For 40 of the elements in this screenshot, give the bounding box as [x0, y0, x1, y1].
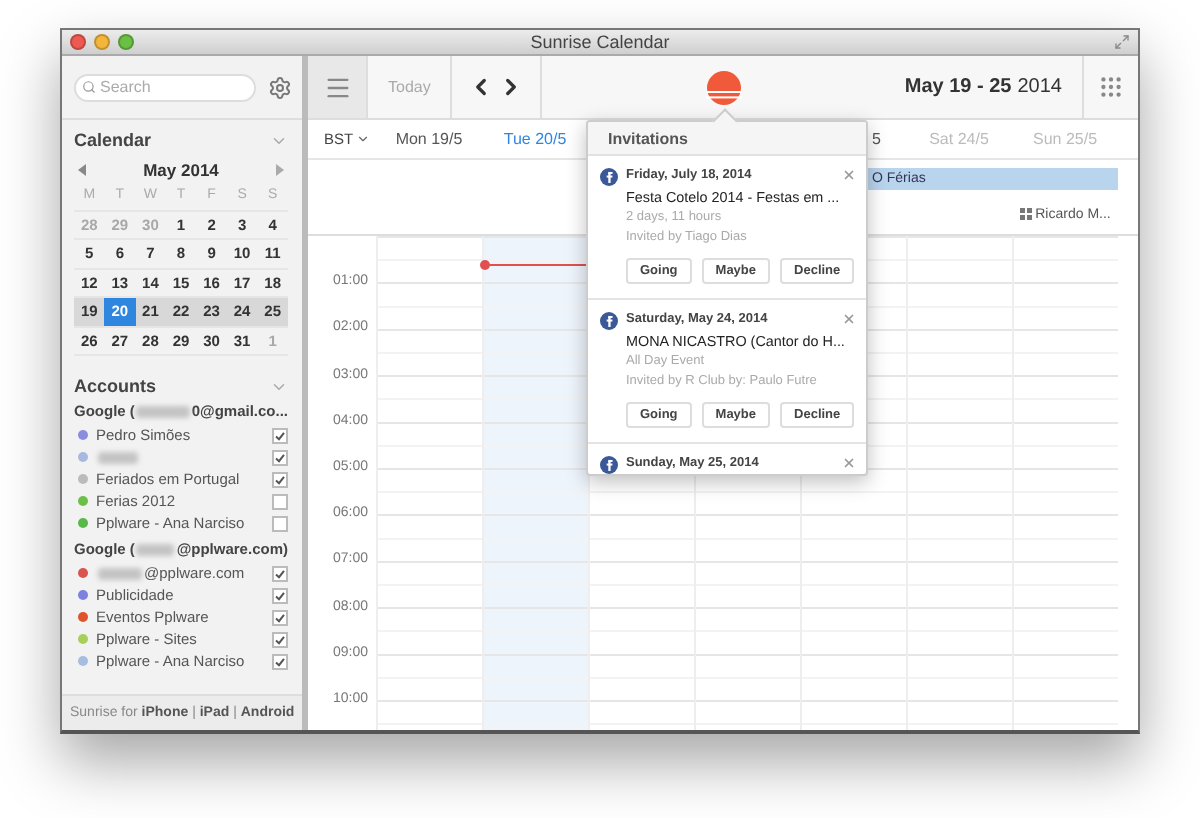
- checkbox[interactable]: [272, 653, 288, 669]
- section-title: Accounts: [74, 376, 157, 396]
- checkbox[interactable]: [272, 587, 288, 603]
- grid-icon: [1098, 74, 1124, 100]
- date-range: May 19 - 25: [904, 76, 1012, 98]
- checkbox[interactable]: [272, 565, 288, 581]
- month-title: May 2014: [143, 159, 219, 179]
- facebook-icon: [600, 311, 618, 330]
- window-title: Sunrise Calendar: [528, 32, 672, 52]
- close-button[interactable]: [842, 168, 856, 183]
- facebook-icon: [600, 168, 618, 186]
- checkbox[interactable]: [272, 427, 288, 443]
- grid-icon: [1019, 208, 1032, 220]
- zoom-button[interactable]: [118, 34, 134, 50]
- day-header[interactable]: Mon 19/5: [376, 130, 482, 148]
- menu-button[interactable]: [308, 56, 368, 118]
- blurred-text: [136, 405, 190, 417]
- next-month-icon[interactable]: [276, 163, 284, 175]
- checkbox[interactable]: [272, 631, 288, 647]
- checkbox[interactable]: [272, 493, 288, 509]
- blurred-text: [136, 543, 175, 555]
- chevron-icon: [355, 132, 370, 146]
- close-button[interactable]: [842, 455, 856, 470]
- year-label: 2014: [1017, 76, 1062, 98]
- fullscreen-icon[interactable]: [1114, 34, 1130, 50]
- previous-month-icon[interactable]: [78, 163, 86, 175]
- checkbox[interactable]: [272, 609, 288, 625]
- sunrise-logo-icon: [705, 69, 742, 105]
- checkbox[interactable]: [272, 449, 288, 465]
- section-title: Calendar: [74, 130, 152, 150]
- checkbox[interactable]: [272, 471, 288, 487]
- search-field[interactable]: Search: [74, 73, 256, 101]
- menu-icon: [323, 73, 351, 101]
- checkbox[interactable]: [272, 515, 288, 531]
- settings-icon[interactable]: [268, 75, 292, 99]
- popover-title: Invitations: [608, 129, 689, 147]
- day-header[interactable]: Tue 20/5: [482, 130, 588, 148]
- close-button[interactable]: [842, 312, 856, 327]
- search-icon: [82, 79, 96, 93]
- minimize-button[interactable]: [94, 34, 110, 50]
